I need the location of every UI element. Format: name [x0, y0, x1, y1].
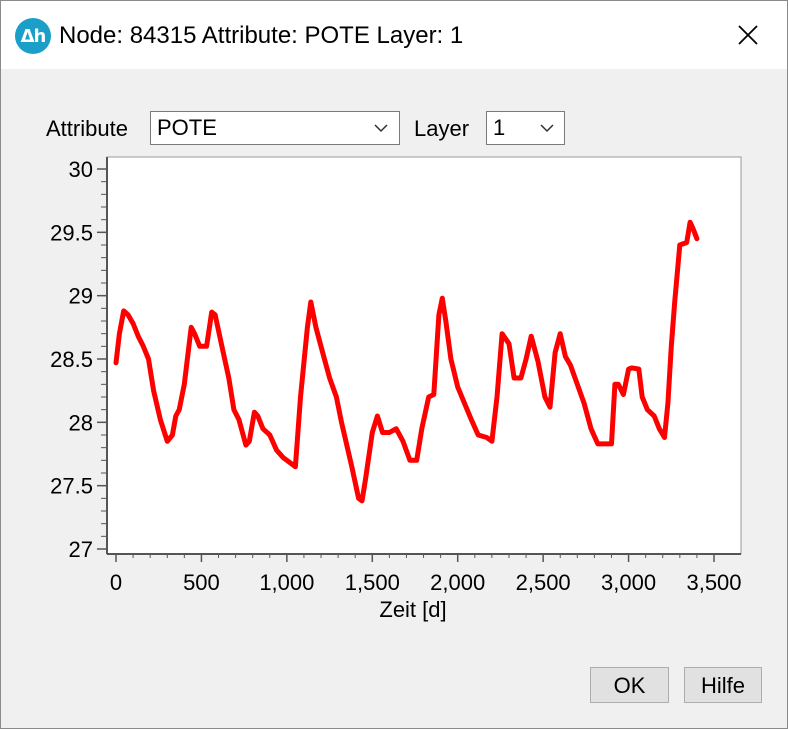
y-tick-label: 27.5 [50, 474, 93, 499]
y-tick-label: 28.5 [50, 347, 93, 372]
x-tick-label: 1,500 [345, 570, 400, 595]
x-axis-title: Zeit [d] [379, 597, 446, 622]
ok-button[interactable]: OK [590, 667, 669, 703]
x-tick-label: 2,500 [516, 570, 571, 595]
x-tick-label: 1,000 [259, 570, 314, 595]
y-axis-ticks: 27 27.5 28 28.5 29 29.5 30 [50, 157, 107, 562]
plot-area [106, 156, 742, 555]
help-button[interactable]: Hilfe [684, 667, 762, 703]
x-axis-ticks: 0 500 1,000 1,500 2,000 2,500 3,000 3,500 [110, 554, 742, 595]
x-tick-label: 3,500 [686, 570, 741, 595]
y-tick-label: 27 [69, 537, 93, 562]
y-tick-label: 29.5 [50, 220, 93, 245]
dialog-window: Δh Node: 84315 Attribute: POTE Layer: 1 … [0, 0, 788, 729]
x-tick-label: 0 [110, 570, 122, 595]
y-tick-label: 28 [69, 410, 93, 435]
x-tick-label: 2,000 [430, 570, 485, 595]
y-tick-label: 30 [69, 157, 93, 182]
x-tick-label: 3,000 [601, 570, 656, 595]
time-series-chart: 27 27.5 28 28.5 29 29.5 30 0 500 1,000 1,500 2,000… [50, 156, 742, 622]
x-tick-label: 500 [183, 570, 220, 595]
y-tick-label: 29 [69, 284, 93, 309]
